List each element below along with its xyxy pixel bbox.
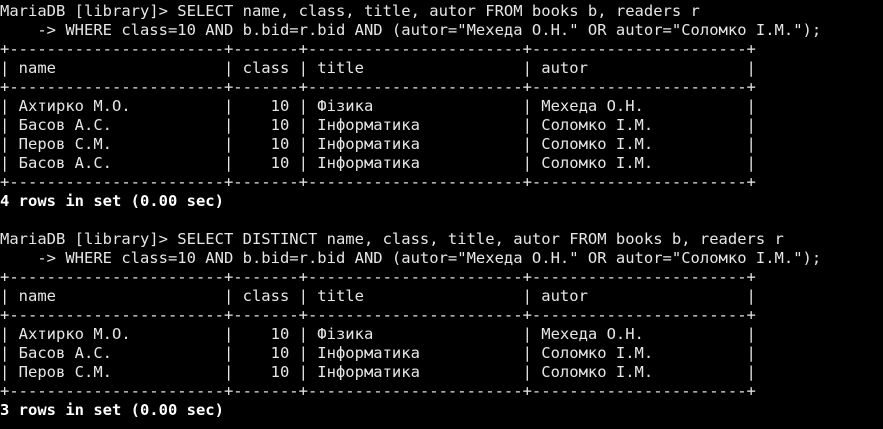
table-1-border-header: +-----------------------+-------+-------… (0, 78, 756, 96)
query-1-prompt-line: MariaDB [library]> SELECT name, class, t… (0, 2, 700, 20)
table-2-border-bottom: +-----------------------+-------+-------… (0, 382, 756, 400)
table-2-border-header: +-----------------------+-------+-------… (0, 306, 756, 324)
table-2-row: | Басов А.С. | 10 | Інформатика | Соломк… (0, 344, 756, 362)
table-2-row: | Ахтирко М.О. | 10 | Фізика | Мехеда О.… (0, 325, 756, 343)
table-1-row: | Басов А.С. | 10 | Інформатика | Соломк… (0, 116, 756, 134)
result-1-summary: 4 rows in set (0.00 sec) (0, 192, 224, 210)
query-2-continuation-line: -> WHERE class=10 AND b.bid=r.bid AND (a… (0, 249, 822, 267)
table-1-row: | Ахтирко М.О. | 10 | Фізика | Мехеда О.… (0, 97, 756, 115)
table-1-border-top: +-----------------------+-------+-------… (0, 40, 756, 58)
table-2-border-top: +-----------------------+-------+-------… (0, 268, 756, 286)
terminal-window[interactable]: MariaDB [library]> SELECT name, class, t… (0, 0, 883, 429)
table-1-header-row: | name | class | title | autor | (0, 59, 756, 77)
query-1-continuation-line: -> WHERE class=10 AND b.bid=r.bid AND (a… (0, 21, 822, 39)
table-2-header-row: | name | class | title | autor | (0, 287, 756, 305)
result-2-summary: 3 rows in set (0.00 sec) (0, 401, 224, 419)
table-2-row: | Перов С.М. | 10 | Інформатика | Соломк… (0, 363, 756, 381)
table-1-row: | Перов С.М. | 10 | Інформатика | Соломк… (0, 135, 756, 153)
query-2-prompt-line: MariaDB [library]> SELECT DISTINCT name,… (0, 230, 784, 248)
table-1-border-bottom: +-----------------------+-------+-------… (0, 173, 756, 191)
table-1-row: | Басов А.С. | 10 | Інформатика | Соломк… (0, 154, 756, 172)
